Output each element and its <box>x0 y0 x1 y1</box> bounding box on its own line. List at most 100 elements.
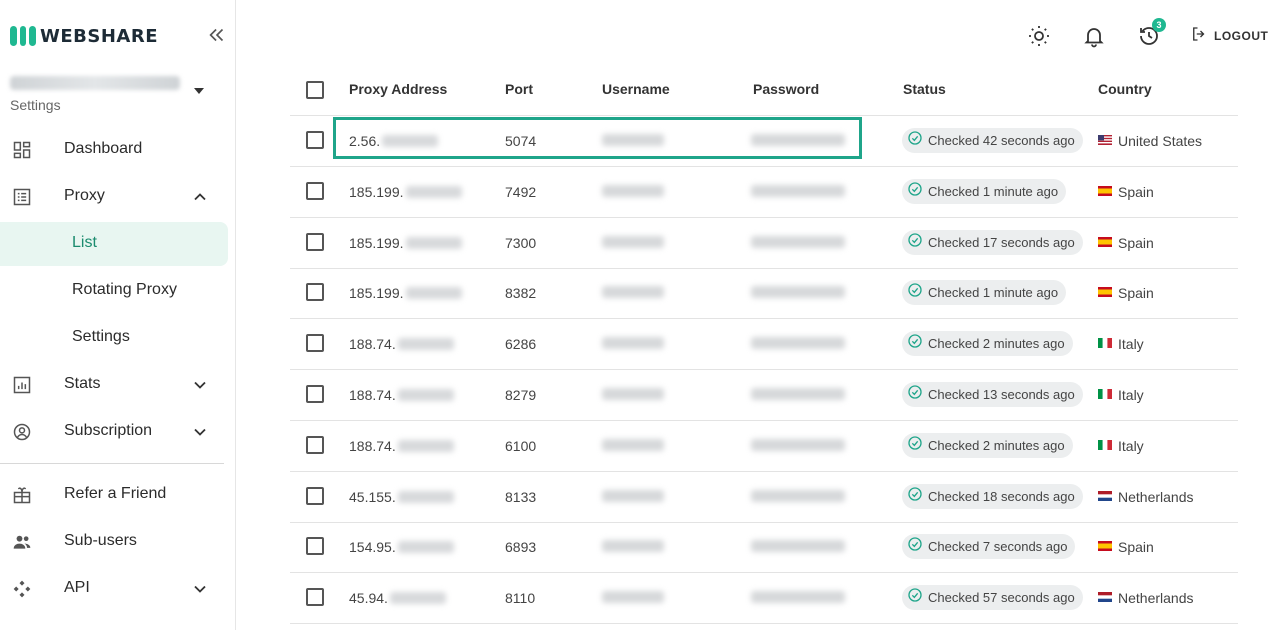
table-row[interactable]: 188.74. 6286 Checked 2 minutes ago Italy <box>290 319 1238 371</box>
nav-dashboard[interactable]: Dashboard <box>0 128 228 172</box>
port-cell[interactable]: 8279 <box>505 387 536 403</box>
password-redacted[interactable] <box>751 235 845 248</box>
nav-proxy-label: Proxy <box>64 187 105 204</box>
nav-refer-a-friend[interactable]: Refer a Friend <box>0 473 228 517</box>
logo[interactable]: WEBSHARE <box>0 0 236 70</box>
proxy-list-content: Proxy Address Port Username Password Sta… <box>266 68 1269 630</box>
column-header-username[interactable]: Username <box>602 81 670 97</box>
row-checkbox[interactable] <box>306 334 324 353</box>
table-row[interactable]: 185.199. 8382 Checked 1 minute ago Spain <box>290 268 1238 320</box>
logout-button[interactable]: LOGOUT <box>1190 26 1268 46</box>
username-redacted[interactable] <box>602 388 664 400</box>
proxy-address-cell[interactable]: 188.74. <box>349 336 454 352</box>
password-redacted[interactable] <box>751 134 845 146</box>
column-header-password[interactable]: Password <box>753 81 819 97</box>
column-header-status[interactable]: Status <box>903 81 946 97</box>
password-redacted[interactable] <box>751 184 845 197</box>
row-checkbox[interactable] <box>306 232 324 251</box>
account-selector[interactable]: Settings <box>0 70 236 122</box>
username-redacted[interactable] <box>602 286 664 299</box>
username-redacted[interactable] <box>602 184 664 197</box>
proxy-address-cell[interactable]: 185.199. <box>349 235 462 251</box>
nav-stats[interactable]: Stats <box>0 363 228 407</box>
port-cell[interactable]: 6100 <box>505 438 536 454</box>
password-redacted[interactable] <box>751 591 845 604</box>
proxy-address-cell[interactable]: 45.155. <box>349 489 454 505</box>
username-redacted[interactable] <box>602 591 664 604</box>
username-redacted[interactable] <box>602 235 664 248</box>
port-cell[interactable]: 8382 <box>505 285 536 301</box>
row-checkbox[interactable] <box>306 131 324 149</box>
nav-proxy-settings[interactable]: Settings <box>0 316 228 360</box>
api-icon <box>12 579 32 599</box>
status-chip: Checked 17 seconds ago <box>902 229 1083 255</box>
table-row[interactable]: 2.56. 5074 Checked 42 seconds ago United St… <box>290 116 1238 167</box>
table-row[interactable]: 185.199. 7492 Checked 1 minute ago Spain <box>290 167 1238 218</box>
proxy-address-cell[interactable]: 185.199. <box>349 184 462 200</box>
proxy-address-cell[interactable]: 188.74. <box>349 438 454 454</box>
country-name: Spain <box>1118 539 1154 556</box>
proxy-address-cell[interactable]: 185.199. <box>349 285 462 301</box>
row-checkbox[interactable] <box>306 486 324 505</box>
port-cell[interactable]: 8133 <box>505 489 536 505</box>
proxy-address-redacted <box>405 236 462 249</box>
table-row[interactable]: 185.199. 7300 Checked 17 seconds ago Spain <box>290 218 1238 269</box>
status-chip: Checked 7 seconds ago <box>902 534 1076 560</box>
row-checkbox[interactable] <box>306 588 324 607</box>
check-circle-icon <box>907 181 923 202</box>
column-header-proxy-address[interactable]: Proxy Address <box>349 81 447 97</box>
proxy-address-cell[interactable]: 188.74. <box>349 387 454 403</box>
port-cell[interactable]: 8110 <box>505 590 535 606</box>
status-chip: Checked 2 minutes ago <box>902 331 1073 357</box>
username-redacted[interactable] <box>602 438 664 451</box>
proxy-address-cell[interactable]: 45.94. <box>349 590 446 606</box>
proxy-address-cell[interactable]: 2.56. <box>349 133 439 149</box>
username-redacted[interactable] <box>602 134 664 146</box>
password-redacted[interactable] <box>751 489 845 502</box>
row-checkbox[interactable] <box>306 385 324 403</box>
port-cell[interactable]: 5074 <box>505 133 536 149</box>
table-row[interactable]: 154.95. 6893 Checked 7 seconds ago Spain <box>290 522 1238 574</box>
status-chip: Checked 13 seconds ago <box>902 382 1083 407</box>
nav-api[interactable]: API <box>0 567 228 611</box>
password-redacted[interactable] <box>751 286 845 299</box>
theme-toggle-sun-icon[interactable] <box>1027 24 1051 48</box>
table-row[interactable]: 188.74. 6100 Checked 2 minutes ago Italy <box>290 421 1238 472</box>
username-redacted[interactable] <box>602 337 664 350</box>
country-cell: United States <box>1098 132 1202 150</box>
column-header-port[interactable]: Port <box>505 81 533 97</box>
table-row[interactable]: 45.94. 8110 Checked 57 seconds ago Netherla… <box>290 573 1238 625</box>
column-header-country[interactable]: Country <box>1098 81 1152 97</box>
password-redacted[interactable] <box>751 438 845 451</box>
row-checkbox[interactable] <box>306 283 324 302</box>
nav-subscription[interactable]: Subscription <box>0 410 228 454</box>
table-header: Proxy Address Port Username Password Sta… <box>290 68 1238 116</box>
nav-rotating-proxy[interactable]: Rotating Proxy <box>0 269 228 313</box>
notifications-bell-icon[interactable] <box>1082 24 1106 48</box>
proxy-address-cell[interactable]: 154.95. <box>349 539 454 555</box>
username-redacted[interactable] <box>602 489 664 502</box>
status-text: Checked 18 seconds ago <box>928 488 1075 504</box>
password-redacted[interactable] <box>751 540 845 553</box>
proxy-address-text: 185.199. <box>349 183 404 200</box>
nav-sub-users[interactable]: Sub-users <box>0 520 228 564</box>
check-circle-icon <box>907 486 923 507</box>
row-checkbox[interactable] <box>306 435 324 454</box>
nav-proxy[interactable]: Proxy <box>0 175 228 219</box>
password-redacted[interactable] <box>751 337 845 350</box>
port-cell[interactable]: 6893 <box>505 539 536 555</box>
port-cell[interactable]: 7300 <box>505 235 536 251</box>
nav-proxy-list[interactable]: List <box>0 222 228 266</box>
port-cell[interactable]: 7492 <box>505 184 536 200</box>
select-all-checkbox[interactable] <box>306 81 324 99</box>
country-cell: Spain <box>1098 284 1154 302</box>
collapse-sidebar-icon[interactable] <box>206 24 228 46</box>
nav-stats-label: Stats <box>64 375 101 392</box>
password-redacted[interactable] <box>751 388 845 400</box>
port-cell[interactable]: 6286 <box>505 336 536 352</box>
username-redacted[interactable] <box>602 540 664 553</box>
table-row[interactable]: 45.155. 8133 Checked 18 seconds ago Netherl… <box>290 472 1238 523</box>
row-checkbox[interactable] <box>306 181 324 200</box>
table-row[interactable]: 188.74. 8279 Checked 13 seconds ago Italy <box>290 370 1238 421</box>
row-checkbox[interactable] <box>306 537 324 556</box>
